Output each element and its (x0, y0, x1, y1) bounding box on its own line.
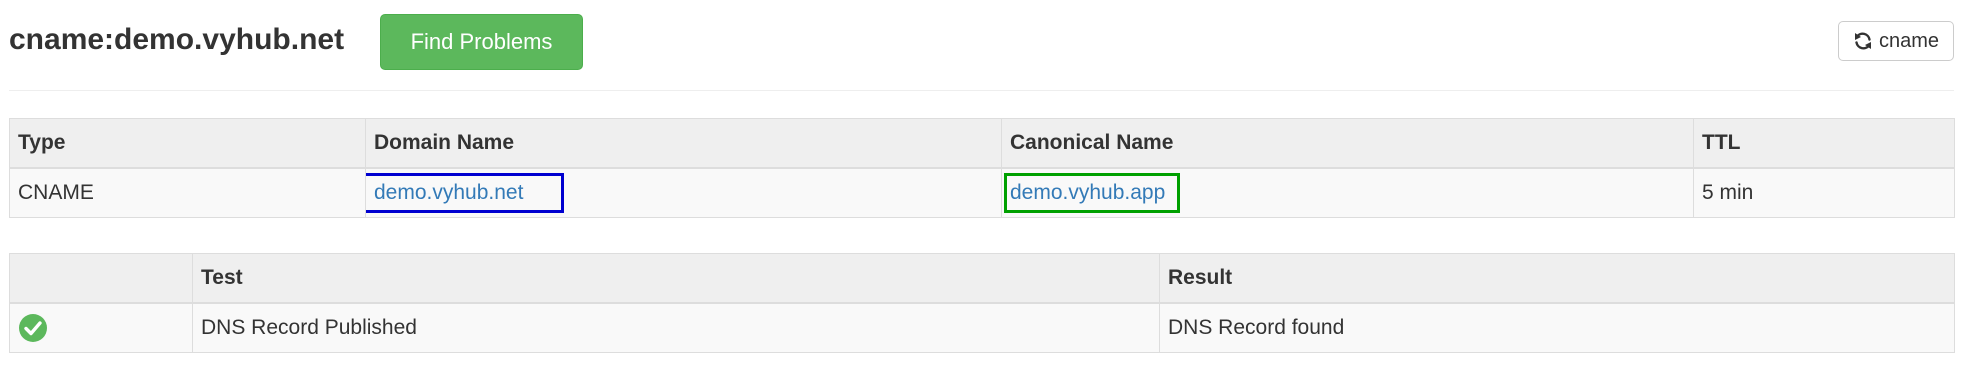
column-header-ttl: TTL (1693, 118, 1955, 169)
test-result: DNS Record found (1159, 302, 1955, 353)
canonical-name-highlight: demo.vyhub.app (1004, 173, 1181, 213)
page-title: cname:demo.vyhub.net (9, 23, 345, 56)
refresh-button-label: cname (1878, 29, 1940, 52)
header-divider (9, 90, 1954, 91)
table-header-row: Type Domain Name Canonical Name TTL (9, 118, 1955, 169)
table-row: DNS Record Published DNS Record found (9, 302, 1955, 353)
domain-name-link[interactable]: demo.vyhub.net (374, 181, 523, 204)
test-status-cell (9, 302, 193, 353)
refresh-cname-button[interactable]: cname (1838, 21, 1954, 61)
dns-records-table: Type Domain Name Canonical Name TTL CNAM… (9, 118, 1955, 218)
tests-table: Test Result DNS Record Published DNS Rec… (9, 253, 1955, 353)
table-header-row: Test Result (9, 253, 1955, 304)
column-header-status (9, 253, 193, 304)
domain-name-cell: demo.vyhub.net (365, 167, 1002, 218)
canonical-name-link[interactable]: demo.vyhub.app (1010, 181, 1165, 204)
check-circle-icon (19, 314, 47, 342)
find-problems-button[interactable]: Find Problems (380, 14, 583, 70)
test-name: DNS Record Published (192, 302, 1160, 353)
column-header-canonical-name: Canonical Name (1001, 118, 1694, 169)
page-header: cname:demo.vyhub.net Find Problems cname (9, 14, 1954, 72)
column-header-test: Test (192, 253, 1160, 304)
refresh-icon (1854, 32, 1871, 50)
column-header-result: Result (1159, 253, 1955, 304)
table-row: CNAME demo.vyhub.net demo.vyhub.app 5 mi… (9, 167, 1955, 218)
column-header-domain-name: Domain Name (365, 118, 1002, 169)
record-type: CNAME (9, 167, 366, 218)
canonical-name-cell: demo.vyhub.app (1001, 167, 1694, 218)
domain-name-highlight: demo.vyhub.net (366, 173, 565, 213)
record-ttl: 5 min (1693, 167, 1955, 218)
column-header-type: Type (9, 118, 366, 169)
